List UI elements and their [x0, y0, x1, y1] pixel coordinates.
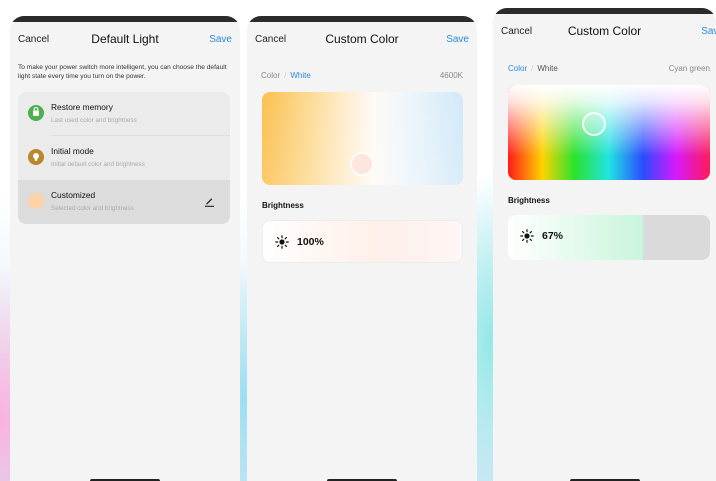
custom-color-white-screen: Cancel Custom Color Save Color / White 460… [247, 16, 477, 481]
nav-bar: Cancel Custom Color Save [493, 24, 716, 44]
page-title: Custom Color [567, 24, 642, 38]
status-bar [493, 8, 716, 14]
nav-bar: Cancel Custom Color Save [247, 32, 477, 52]
option-subtitle: Last used color and brightness [51, 117, 137, 124]
color-spectrum-picker[interactable] [508, 85, 710, 180]
save-button[interactable]: Save [209, 34, 232, 45]
edit-icon[interactable] [204, 197, 215, 207]
option-subtitle: Selected color and brightness [51, 205, 134, 212]
description-text: To make your power switch more intellige… [18, 64, 227, 80]
page-title: Default Light [91, 32, 159, 46]
brightness-value: 67% [542, 230, 564, 242]
sun-icon [275, 235, 289, 249]
option-title: Restore memory [51, 102, 113, 112]
bulb-icon [28, 149, 44, 165]
save-button[interactable]: Save [446, 34, 469, 45]
option-subtitle: Initial default color and brightness [51, 161, 145, 168]
option-title: Initial mode [51, 146, 94, 156]
color-swatch [28, 193, 44, 209]
tab-separator: / [284, 71, 287, 80]
custom-color-rgb-screen: Cancel Custom Color Save Color /White Cya… [493, 8, 716, 481]
tab-color[interactable]: Color [261, 71, 280, 80]
picker-handle[interactable] [350, 152, 374, 176]
status-bar [10, 16, 240, 22]
white-temperature-picker[interactable] [262, 92, 463, 185]
status-bar [247, 16, 477, 22]
tab-color[interactable]: Color [508, 64, 527, 73]
page-title: Custom Color [325, 32, 399, 46]
mode-tabs: Color / White Cyan green [508, 64, 710, 73]
brightness-label: Brightness [262, 201, 304, 210]
picker-handle[interactable] [582, 112, 606, 136]
brightness-slider[interactable]: 100% [262, 220, 463, 263]
nav-bar: Cancel Default Light Save [10, 32, 240, 52]
option-initial-mode[interactable]: Initial mode Initial default color and b… [18, 136, 230, 180]
tab-separator: / [531, 64, 534, 73]
brightness-value: 100% [297, 236, 324, 248]
default-light-options: Restore memory Last used color and brigh… [18, 92, 230, 224]
color-name-value: Cyan green [668, 64, 710, 73]
default-light-screen: Cancel Default Light Save To make your p… [10, 16, 240, 481]
save-button[interactable]: Save [701, 26, 716, 37]
sun-icon [520, 229, 534, 243]
option-title: Customized [51, 190, 96, 200]
memory-icon [28, 105, 44, 121]
option-restore-memory[interactable]: Restore memory Last used color and brigh… [18, 92, 230, 136]
brightness-label: Brightness [508, 196, 550, 205]
mode-tabs: Color / White 4600K [261, 71, 463, 80]
tab-white[interactable]: White [537, 64, 557, 73]
tab-white[interactable]: White [290, 71, 310, 80]
color-temperature-value: 4600K [439, 71, 463, 80]
brightness-slider[interactable]: 67% [508, 215, 710, 260]
option-customized[interactable]: Customized Selected color and brightness [18, 180, 230, 224]
